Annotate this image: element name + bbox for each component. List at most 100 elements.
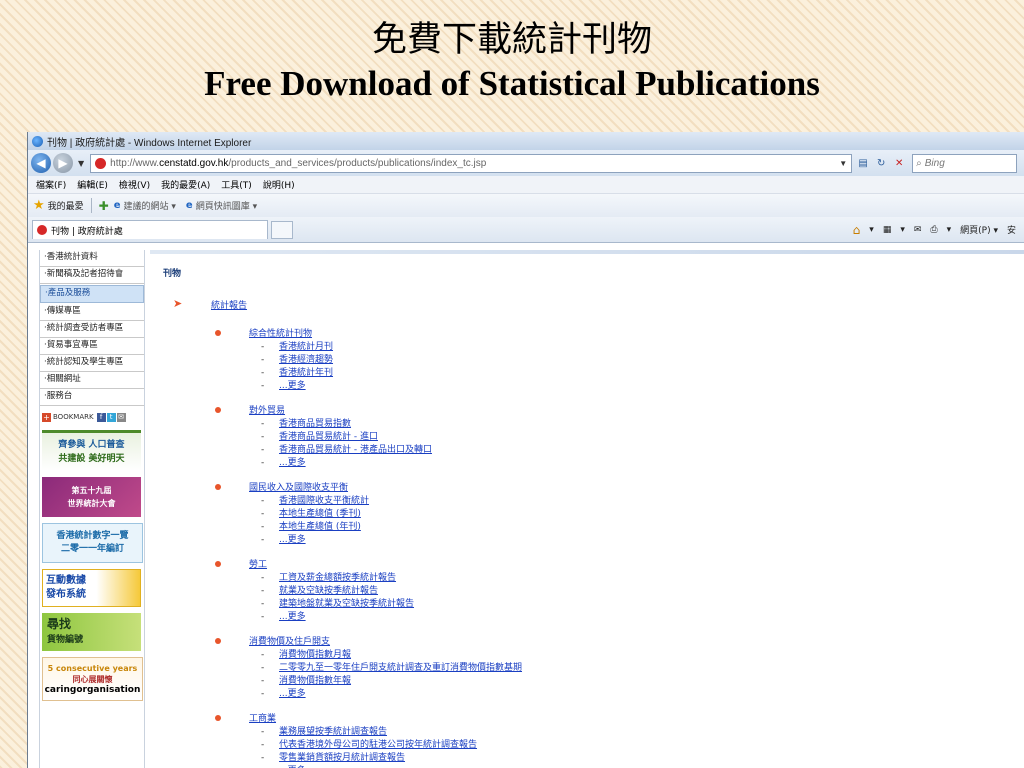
sidebar-item-students[interactable]: ‧統計認知及學生專區 <box>40 355 144 372</box>
section-header: 工商業 <box>163 713 863 726</box>
publication-link[interactable]: 香港商品貿易統計 - 港產品出口及轉口 <box>279 444 432 457</box>
publication-link[interactable]: 代表香港境外母公司的駐港公司按年統計調查報告 <box>279 739 477 752</box>
hk-in-figures-banner[interactable]: 香港統計數字一覽 二零一一年編訂 <box>42 523 143 563</box>
caring-banner-line3: caringorganisation <box>44 684 141 695</box>
refresh-icon[interactable]: ↻ <box>874 158 888 169</box>
sidebar-item-hk-statistics[interactable]: ‧香港統計資料 <box>40 250 144 267</box>
publication-link[interactable]: 香港統計月刊 <box>279 341 333 354</box>
back-arrow-icon[interactable]: ◀ <box>31 153 51 173</box>
email-icon[interactable]: ✉ <box>116 412 126 422</box>
print-icon[interactable]: ⎙ <box>930 225 937 235</box>
new-tab-button[interactable] <box>271 220 293 239</box>
print-dropdown-icon[interactable]: ▾ <box>947 225 952 235</box>
section-title-link[interactable]: 工商業 <box>249 713 276 726</box>
feeds-icon[interactable]: ▦ <box>883 225 892 235</box>
publication-link[interactable]: 消費物價指數年報 <box>279 675 351 688</box>
isi-banner-line2: 世界統計大會 <box>67 499 116 508</box>
menu-view[interactable]: 檢視(V) <box>119 178 150 191</box>
interactive-banner-line2: 發布系統 <box>46 589 86 600</box>
publication-link[interactable]: ...更多 <box>279 611 306 624</box>
sidebar-item-related-links[interactable]: ‧相關網址 <box>40 372 144 389</box>
add-favorite-icon[interactable]: ✚ <box>99 199 109 213</box>
web-slice-gallery-link[interactable]: 網頁快訊圖庫 ▾ <box>196 199 257 212</box>
safety-menu[interactable]: 安 <box>1007 223 1016 236</box>
dash-marker: - <box>261 740 265 750</box>
list-item: - 香港商品貿易統計 - 港產品出口及轉口 <box>163 444 863 457</box>
publication-link[interactable]: ...更多 <box>279 380 306 393</box>
stop-icon[interactable]: ✕ <box>892 158 906 169</box>
feeds-dropdown-icon[interactable]: ▾ <box>900 225 905 235</box>
search-input[interactable]: ⌕ Bing <box>912 153 1018 173</box>
suggested-sites-link[interactable]: 建議的網站 ▾ <box>124 199 176 212</box>
publication-link[interactable]: 建築地盤就業及空缺按季統計報告 <box>279 598 414 611</box>
publication-link[interactable]: 本地生產總值 (季刊) <box>279 508 361 521</box>
publication-link[interactable]: 業務展望按季統計調查報告 <box>279 726 387 739</box>
publication-link[interactable]: 香港商品貿易統計 - 進口 <box>279 431 378 444</box>
menu-help[interactable]: 說明(H) <box>263 178 295 191</box>
menu-file[interactable]: 檔案(F) <box>36 178 66 191</box>
publication-section: 消費物價及住戶開支 - 消費物價指數月報 - 二零零九至一零年住戶開支統計調查及重訂消費… <box>163 636 863 701</box>
forward-arrow-icon[interactable]: ▶ <box>53 153 73 173</box>
section-title-link[interactable]: 對外貿易 <box>249 405 285 418</box>
home-dropdown-icon[interactable]: ▾ <box>869 225 874 235</box>
list-item: - 香港統計年刊 <box>163 367 863 380</box>
tab-publications[interactable]: 刊物 | 政府統計處 <box>32 220 268 239</box>
menu-tools[interactable]: 工具(T) <box>221 178 252 191</box>
publication-link[interactable]: 工資及薪金總額按季統計報告 <box>279 572 396 585</box>
url-host: censtatd.gov.hk <box>159 157 229 169</box>
url-input[interactable]: http://www. censtatd.gov.hk/products_and_… <box>90 153 853 173</box>
section-title-link[interactable]: 勞工 <box>249 559 267 572</box>
mail-icon[interactable]: ✉ <box>914 225 922 235</box>
publication-link[interactable]: 香港經濟趨勢 <box>279 354 333 367</box>
publication-link[interactable]: 就業及空缺按季統計報告 <box>279 585 378 598</box>
commodity-code-banner[interactable]: 尋找 貨物編號 <box>42 613 141 651</box>
favorites-star-icon[interactable]: ★ <box>33 198 45 213</box>
caring-banner-line2: 同心展關懷 <box>72 674 113 684</box>
publication-link[interactable]: 香港國際收支平衡統計 <box>279 495 369 508</box>
publication-link[interactable]: ...更多 <box>279 534 306 547</box>
twitter-icon[interactable]: t <box>106 412 116 422</box>
sidebar-item-help-desk[interactable]: ‧服務台 <box>40 389 144 406</box>
dash-marker: - <box>261 342 265 352</box>
statistical-reports-link[interactable]: 統計報告 <box>211 298 247 311</box>
ie-page-icon: e <box>185 200 193 211</box>
compatibility-view-icon[interactable]: ▤ <box>856 158 870 169</box>
dash-marker: - <box>261 445 265 455</box>
section-title-link[interactable]: 消費物價及住戶開支 <box>249 636 330 649</box>
caring-organisation-banner[interactable]: 5 consecutive years 同心展關懷 caringorganisa… <box>42 657 143 701</box>
isi-congress-banner[interactable]: 第五十九屆 世界統計大會 <box>42 477 141 517</box>
favorites-button[interactable]: 我的最愛 <box>48 199 84 212</box>
publication-link[interactable]: 香港統計年刊 <box>279 367 333 380</box>
census-banner[interactable]: 齊參與 人口普查 共建設 美好明天 <box>42 430 141 471</box>
publication-link[interactable]: 零售業銷貨額按月統計調查報告 <box>279 752 405 765</box>
dash-marker: - <box>261 496 265 506</box>
tab-bar: 刊物 | 政府統計處 ⌂ ▾ ▦ ▾ ✉ ⎙ ▾ 網頁(P) ▾ 安 <box>28 217 1024 243</box>
sidebar-item-press-releases[interactable]: ‧新聞稿及記者招待會 <box>40 267 144 284</box>
facebook-icon[interactable]: f <box>96 412 106 422</box>
page-menu[interactable]: 網頁(P) ▾ <box>960 223 998 236</box>
menu-favorites[interactable]: 我的最愛(A) <box>161 178 210 191</box>
history-dropdown-icon[interactable]: ▼ <box>78 159 84 168</box>
search-icon: ⌕ <box>916 157 922 169</box>
interactive-data-banner[interactable]: 互動數據 發布系統 <box>42 569 141 607</box>
publication-link[interactable]: ...更多 <box>279 688 306 701</box>
slide-title: 免費下載統計刊物 Free Download of Statistical Pu… <box>0 18 1024 106</box>
sidebar-item-products-services[interactable]: ‧產品及服務 <box>40 285 144 303</box>
publication-link[interactable]: 香港商品貿易指數 <box>279 418 351 431</box>
site-favicon-icon <box>95 157 107 169</box>
publication-link[interactable]: 二零零九至一零年住戶開支統計調查及重訂消費物價指數基期 <box>279 662 522 675</box>
ie-logo-icon <box>32 135 43 147</box>
publication-link[interactable]: 消費物價指數月報 <box>279 649 351 662</box>
home-icon[interactable]: ⌂ <box>853 223 861 237</box>
section-title-link[interactable]: 綜合性統計刊物 <box>249 328 312 341</box>
sidebar-item-trade[interactable]: ‧貿易事宜專區 <box>40 338 144 355</box>
bookmark-button[interactable]: + BOOKMARK f t ✉ <box>42 410 144 424</box>
sidebar-item-respondents[interactable]: ‧統計調查受訪者專區 <box>40 321 144 338</box>
sidebar-item-media[interactable]: ‧傳媒專區 <box>40 304 144 321</box>
url-dropdown-icon[interactable]: ▼ <box>839 159 847 168</box>
list-item: - ...更多 <box>163 457 863 470</box>
section-title-link[interactable]: 國民收入及國際收支平衡 <box>249 482 348 495</box>
menu-edit[interactable]: 編輯(E) <box>77 178 108 191</box>
publication-link[interactable]: ...更多 <box>279 457 306 470</box>
publication-link[interactable]: 本地生產總值 (年刊) <box>279 521 361 534</box>
